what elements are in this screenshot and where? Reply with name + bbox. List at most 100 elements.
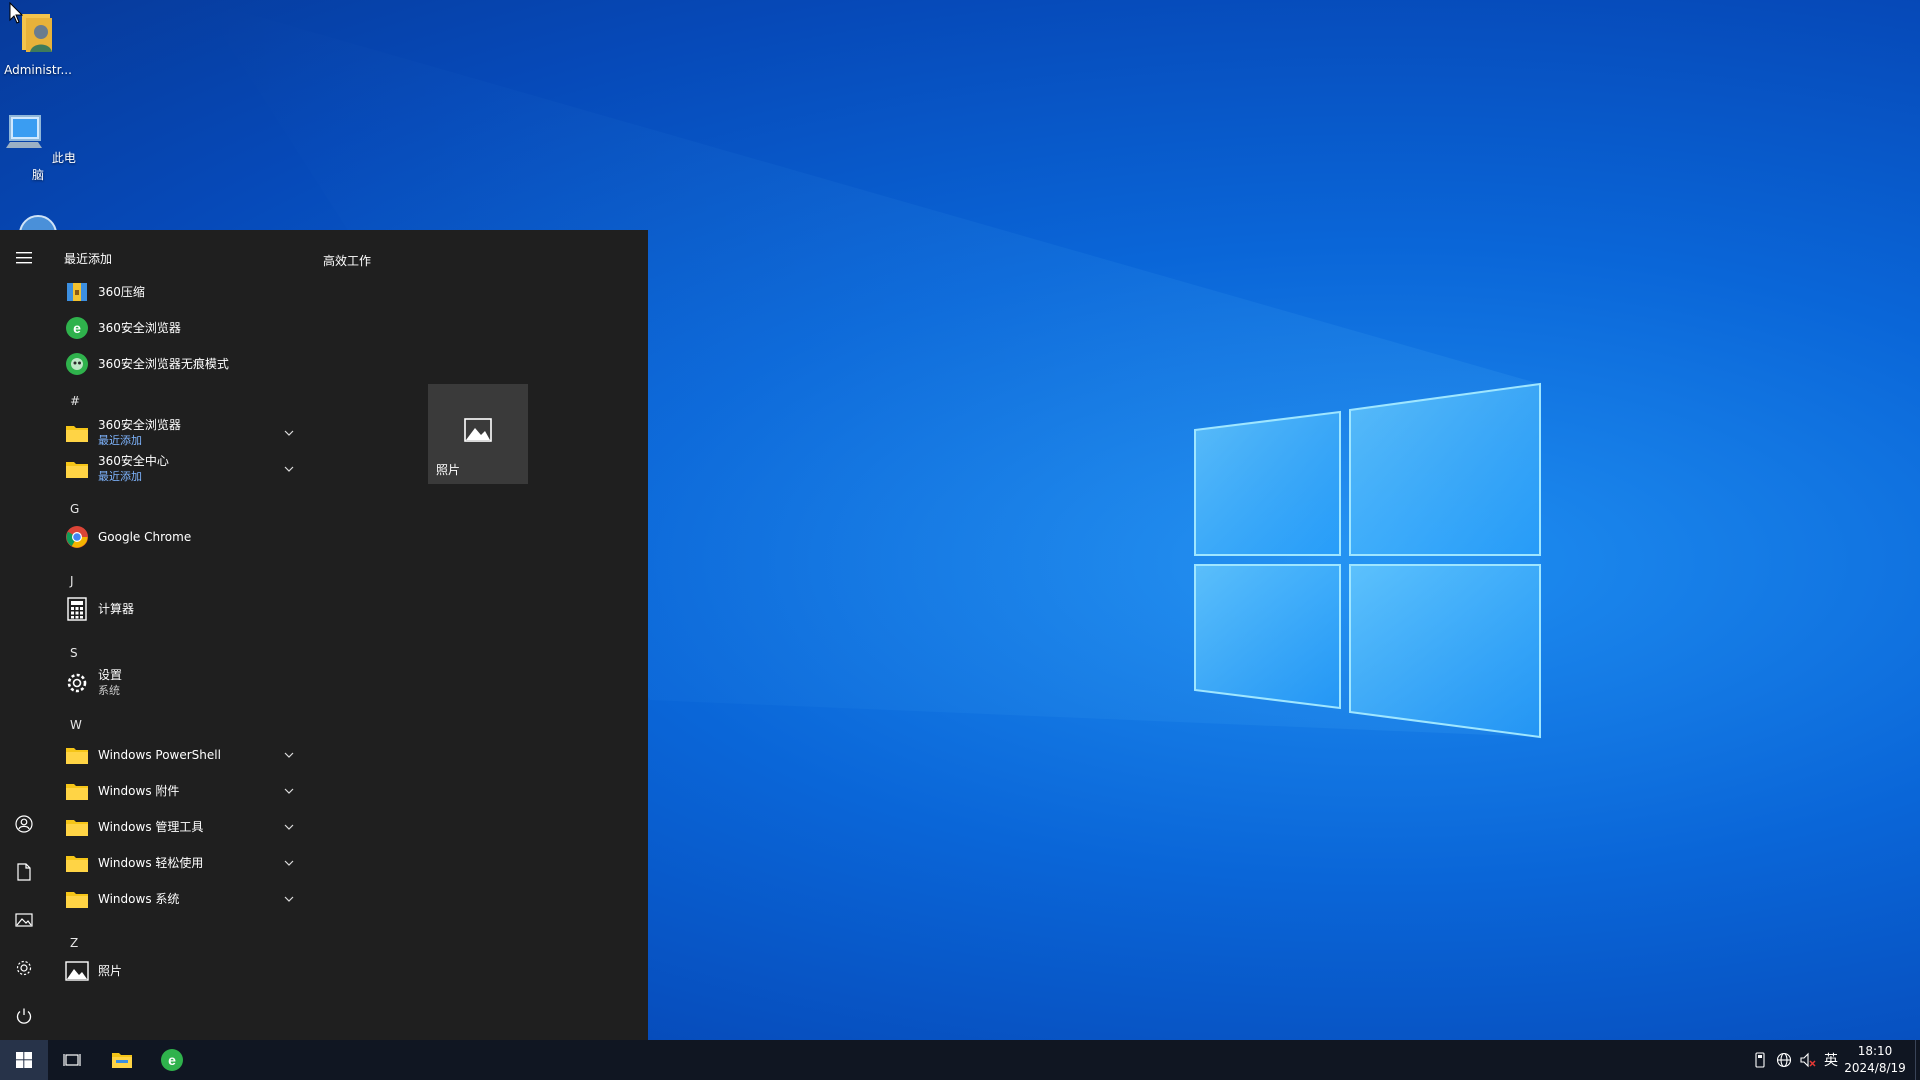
app-item-360browser-incognito[interactable]: 360安全浏览器无痕模式 <box>48 350 310 378</box>
chevron-down-icon <box>284 466 294 472</box>
globe-icon <box>19 215 57 232</box>
app-item-360zip[interactable]: 360压缩 <box>48 278 310 306</box>
folder-item-accessories[interactable]: Windows 附件 <box>48 776 310 806</box>
folder-sublabel: 最近添加 <box>98 434 142 447</box>
picture-icon <box>15 913 33 927</box>
folder-item-powershell[interactable]: Windows PowerShell <box>48 740 310 770</box>
folder-item-system[interactable]: Windows 系统 <box>48 884 310 914</box>
gear-icon <box>16 960 32 976</box>
folder-item-360center[interactable]: 360安全中心 最近添加 <box>48 452 310 486</box>
folder-label: Windows PowerShell <box>98 747 221 762</box>
app-label: 计算器 <box>98 601 135 616</box>
chevron-down-icon <box>284 896 294 902</box>
hamburger-icon <box>16 252 32 264</box>
usb-icon <box>1755 1052 1765 1068</box>
account-button[interactable] <box>0 800 48 848</box>
network-globe-icon <box>1776 1052 1792 1068</box>
desktop-icon-network[interactable] <box>0 210 76 232</box>
tiles-group-title[interactable]: 高效工作 <box>323 252 371 269</box>
settings-button[interactable] <box>0 944 48 992</box>
expand-menu-button[interactable] <box>0 234 48 282</box>
pictures-button[interactable] <box>0 896 48 944</box>
show-desktop-button[interactable] <box>1915 1040 1920 1080</box>
letter-header-z[interactable]: Z <box>70 936 78 950</box>
folder-label: 360安全中心 <box>98 454 169 468</box>
recent-header: 最近添加 <box>64 252 113 266</box>
folder-label: Windows 管理工具 <box>98 819 204 834</box>
folder-label: 360安全浏览器 <box>98 418 181 432</box>
app-item-settings[interactable]: 设置 系统 <box>48 666 310 700</box>
chevron-down-icon <box>284 788 294 794</box>
volume-muted-icon <box>1800 1052 1816 1068</box>
browser-incognito-icon <box>66 353 88 375</box>
folder-icon <box>66 892 88 908</box>
app-label: 设置 <box>98 668 123 682</box>
folder-icon <box>66 426 88 442</box>
power-button[interactable] <box>0 992 48 1040</box>
svg-text:e: e <box>73 320 81 336</box>
user-icon <box>15 815 33 833</box>
taskbar-360browser-button[interactable]: e <box>148 1040 196 1080</box>
power-icon <box>16 1008 32 1024</box>
letter-header-w[interactable]: W <box>70 718 82 732</box>
documents-button[interactable] <box>0 848 48 896</box>
folder-item-360browser[interactable]: 360安全浏览器 最近添加 <box>48 416 310 450</box>
app-item-photos[interactable]: 照片 <box>48 956 310 986</box>
clock-time: 18:10 <box>1857 1044 1893 1058</box>
network-tray[interactable] <box>1772 1040 1796 1080</box>
app-item-calculator[interactable]: 计算器 <box>48 594 310 624</box>
mouse-cursor-icon <box>9 2 23 24</box>
chevron-down-icon <box>284 752 294 758</box>
task-view-icon <box>63 1054 81 1066</box>
tile-photos[interactable]: 照片 <box>428 384 528 484</box>
usb-tray[interactable] <box>1748 1040 1772 1080</box>
folder-item-ease-of-access[interactable]: Windows 轻松使用 <box>48 848 310 878</box>
chevron-down-icon <box>284 860 294 866</box>
file-explorer-icon <box>112 1053 132 1068</box>
app-label: 360安全浏览器无痕模式 <box>98 356 229 371</box>
calculator-icon <box>67 597 87 621</box>
taskbar: e 英 18:10 2024/8/19 <box>0 1040 1920 1080</box>
folder-label: Windows 附件 <box>98 783 180 798</box>
app-item-chrome[interactable]: Google Chrome <box>48 522 310 552</box>
tile-label: 照片 <box>436 463 461 477</box>
letter-header-g[interactable]: G <box>70 502 79 516</box>
desktop-icon-this-pc[interactable]: 此电脑 <box>0 110 76 183</box>
photos-icon <box>464 418 492 442</box>
photos-icon <box>65 961 89 981</box>
app-list: 最近添加 360压缩 e 360安全浏览器 360安全浏览器无痕模式 # 360… <box>48 230 310 1040</box>
start-menu: 最近添加 360压缩 e 360安全浏览器 360安全浏览器无痕模式 # 360… <box>0 230 648 1040</box>
clock[interactable]: 18:10 2024/8/19 <box>1842 1043 1908 1077</box>
gear-icon <box>67 673 87 693</box>
folder-icon <box>66 748 88 764</box>
windows-logo-icon <box>16 1052 32 1068</box>
folder-icon <box>66 784 88 800</box>
browser-e-icon: e <box>66 317 88 339</box>
folder-icon <box>66 856 88 872</box>
svg-text:e: e <box>168 1052 176 1068</box>
app-label: Google Chrome <box>98 529 192 544</box>
task-view-button[interactable] <box>48 1040 96 1080</box>
start-button[interactable] <box>0 1040 48 1080</box>
folder-sublabel: 最近添加 <box>98 470 142 483</box>
start-menu-rail <box>0 230 48 1040</box>
folder-item-admin-tools[interactable]: Windows 管理工具 <box>48 812 310 842</box>
document-icon <box>17 863 31 881</box>
ime-indicator[interactable]: 英 <box>1820 1040 1842 1080</box>
folder-icon <box>66 820 88 836</box>
letter-header-hash[interactable]: # <box>70 394 80 408</box>
clock-date: 2024/8/19 <box>1844 1061 1906 1075</box>
folder-icon <box>66 462 88 478</box>
file-explorer-button[interactable] <box>98 1040 146 1080</box>
app-label: 360压缩 <box>98 284 145 299</box>
folder-label: Windows 轻松使用 <box>98 855 204 870</box>
letter-header-s[interactable]: S <box>70 646 78 660</box>
app-label: 照片 <box>98 963 123 978</box>
volume-tray[interactable] <box>1796 1040 1820 1080</box>
desktop-icon-label: Administr... <box>4 63 72 77</box>
app-label: 360安全浏览器 <box>98 320 181 335</box>
letter-header-j[interactable]: J <box>70 574 74 588</box>
app-item-360browser[interactable]: e 360安全浏览器 <box>48 314 310 342</box>
chevron-down-icon <box>284 430 294 436</box>
computer-icon <box>6 115 43 148</box>
